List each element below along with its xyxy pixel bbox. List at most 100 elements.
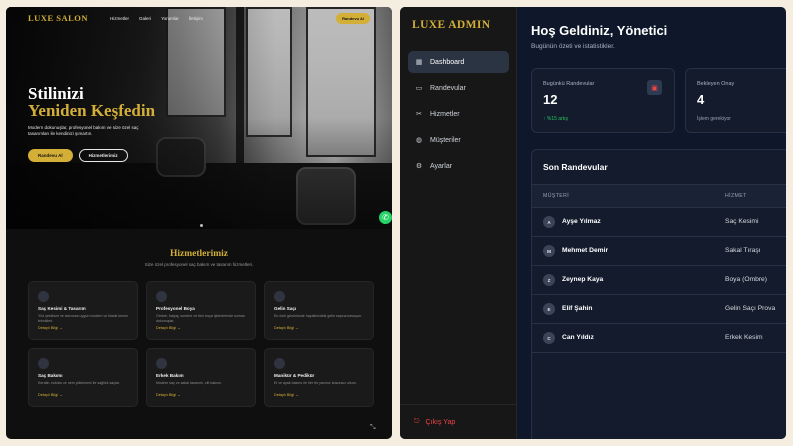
sidebar-item-services[interactable]: ✂ Hizmetler: [408, 103, 509, 125]
page-subtitle: Bugünün özeti ve istatistikler.: [531, 43, 615, 50]
service-card-desc: Modern saç ve sakal tasarımı, cilt bakım…: [156, 381, 223, 385]
stat-label: Bekleyen Onay: [697, 81, 735, 87]
table-row[interactable]: A Ayşe Yılmaz Saç Kesimi: [532, 208, 786, 237]
service-name: Erkek Kesim: [725, 334, 763, 341]
stat-label: Bugünkü Randevular: [543, 81, 595, 87]
hand-icon: [274, 358, 285, 369]
calendar-icon: ▣: [647, 80, 662, 95]
admin-menu: ▦ Dashboard ▭ Randevular ✂ Hizmetler ◍ M…: [408, 51, 509, 181]
services-title: Hizmetlerimiz: [169, 249, 229, 259]
recent-title: Son Randevular: [543, 162, 608, 172]
table-row[interactable]: C Can Yıldız Erkek Kesim: [532, 324, 786, 353]
service-card-title: Gelin Saçı: [274, 306, 297, 311]
recent-appointments-table: Son Randevular MÜŞTERİ HİZMET A Ayşe Yıl…: [531, 149, 786, 439]
service-card[interactable]: Saç Bakımı Keratin, botoks ve nem yüklem…: [28, 348, 138, 407]
sidebar-item-label: Müşteriler: [430, 136, 461, 144]
service-name: Sakal Tıraşı: [725, 247, 761, 254]
service-card-title: Erkek Bakım: [156, 373, 184, 378]
calendar-icon: ▭: [415, 85, 423, 92]
sidebar-item-label: Dashboard: [430, 58, 465, 66]
service-card-desc: Keratin, botoks ve nem yüklemesi ile sağ…: [38, 381, 120, 385]
nav-link-contact[interactable]: İletişim: [189, 16, 203, 21]
site-navbar: LUXE SALON Hizmetler Galeri Yorumlar İle…: [6, 7, 392, 29]
sidebar-item-label: Hizmetler: [430, 110, 460, 118]
avatar: Z: [543, 274, 555, 286]
logout-icon: ⎋: [414, 418, 420, 425]
admin-main: Hoş Geldiniz, Yönetici Bugünün özeti ve …: [517, 7, 786, 439]
service-card-link[interactable]: Detaylı Bilgi →: [38, 326, 63, 330]
service-card-link[interactable]: Detaylı Bilgi →: [156, 326, 181, 330]
column-customer: MÜŞTERİ: [543, 193, 570, 199]
nav-link-gallery[interactable]: Galeri: [139, 16, 151, 21]
service-card[interactable]: Profesyonel Boya Ombre, balyaj, sombre v…: [146, 281, 256, 340]
scissors-icon: ✂: [416, 111, 422, 118]
service-card[interactable]: Manikür & Pedikür El ve ayak bakımı ile …: [264, 348, 374, 407]
avatar: A: [543, 216, 555, 228]
service-card[interactable]: Gelin Saçı En özel gününüzde hayalinizde…: [264, 281, 374, 340]
salon-website: LUXE SALON Hizmetler Galeri Yorumlar İle…: [6, 7, 392, 439]
razor-icon: [156, 358, 167, 369]
sidebar-item-dashboard[interactable]: ▦ Dashboard: [408, 51, 509, 73]
table-row[interactable]: E Elif Şahin Gelin Saçı Prova: [532, 295, 786, 324]
crown-icon: [274, 291, 285, 302]
service-card-link[interactable]: Detaylı Bilgi →: [274, 393, 299, 397]
service-card-link[interactable]: Detaylı Bilgi →: [274, 326, 299, 330]
stat-card-today: Bugünkü Randevular 12 ↑ %15 artış ▣: [531, 68, 675, 133]
site-logo[interactable]: LUXE SALON: [28, 13, 88, 23]
sidebar-item-label: Ayarlar: [430, 162, 453, 170]
service-card[interactable]: Saç Kesimi & Tasarım Yüz şeklinize ve ta…: [28, 281, 138, 340]
hero-appointment-button[interactable]: Randevu Al: [28, 149, 73, 162]
table-row[interactable]: Z Zeynep Kaya Boya (Ombre): [532, 266, 786, 295]
sidebar-item-customers[interactable]: ◍ Müşteriler: [408, 129, 509, 151]
services-subtitle: Size özel profesyonel saç bakım ve tasar…: [144, 262, 254, 267]
customer-name: Zeynep Kaya: [562, 276, 604, 283]
stat-note: ↑ %15 artış: [543, 116, 569, 122]
hero-description: Modern dokunuşlar, profesyonel bakım ve …: [28, 125, 139, 136]
users-icon: ◍: [415, 137, 423, 144]
service-name: Boya (Ombre): [725, 276, 767, 283]
service-card-desc: Yüz şeklinize ve tarzınıza uygun modern …: [38, 314, 128, 323]
leaf-icon: [38, 358, 49, 369]
avatar: C: [543, 332, 555, 344]
sidebar-item-settings[interactable]: ⚙ Ayarlar: [408, 155, 509, 177]
service-name: Gelin Saçı Prova: [725, 305, 776, 312]
nav-link-services[interactable]: Hizmetler: [110, 16, 129, 21]
stat-value: 4: [697, 92, 705, 107]
table-header: MÜŞTERİ HİZMET: [532, 184, 786, 208]
customer-name: Elif Şahin: [562, 305, 593, 312]
sidebar-item-label: Randevular: [430, 84, 466, 92]
nav-appointment-button[interactable]: Randevu Al: [336, 12, 370, 24]
avatar: E: [543, 303, 555, 315]
stat-card-pending: Bekleyen Onay 4 İşlem gerekiyor: [685, 68, 786, 133]
gear-icon: ⚙: [415, 163, 423, 170]
hero-title-line2: Yeniden Keşfedin: [28, 101, 156, 120]
palette-icon: [156, 291, 167, 302]
scroll-indicator[interactable]: [200, 224, 203, 227]
table-row[interactable]: M Mehmet Demir Sakal Tıraşı: [532, 237, 786, 266]
page-title: Hoş Geldiniz, Yönetici: [531, 23, 668, 38]
service-name: Saç Kesimi: [725, 218, 759, 225]
service-card-link[interactable]: Detaylı Bilgi →: [38, 393, 63, 397]
customer-name: Mehmet Demir: [562, 247, 609, 254]
hero-buttons: Randevu Al Hizmetlerimiz: [28, 149, 128, 162]
whatsapp-icon[interactable]: ✆: [379, 211, 392, 224]
service-card-title: Saç Kesimi & Tasarım: [38, 306, 86, 311]
hero-title-line1: Stilinizi: [28, 84, 84, 103]
hero-services-button[interactable]: Hizmetlerimiz: [78, 149, 128, 162]
nav-link-reviews[interactable]: Yorumlar: [161, 16, 179, 21]
nav-links: Hizmetler Galeri Yorumlar İletişim: [110, 16, 203, 21]
service-card-title: Profesyonel Boya: [156, 306, 195, 311]
grid-icon: ▦: [415, 59, 423, 66]
sidebar-item-appointments[interactable]: ▭ Randevular: [408, 77, 509, 99]
admin-logo[interactable]: LUXE ADMIN: [412, 19, 490, 31]
customer-name: Ayşe Yılmaz: [562, 218, 601, 225]
service-card-link[interactable]: Detaylı Bilgi →: [156, 393, 181, 397]
service-card[interactable]: Erkek Bakım Modern saç ve sakal tasarımı…: [146, 348, 256, 407]
column-service: HİZMET: [725, 193, 747, 199]
resize-handle-icon[interactable]: ⤡: [370, 424, 376, 432]
logout-button[interactable]: ⎋ Çıkış Yap: [400, 404, 517, 439]
scissors-icon: [38, 291, 49, 302]
avatar: M: [543, 245, 555, 257]
hero-section: LUXE SALON Hizmetler Galeri Yorumlar İle…: [6, 7, 392, 229]
service-card-desc: Ombre, balyaj, sombre ve tüm boya işleml…: [156, 314, 245, 323]
